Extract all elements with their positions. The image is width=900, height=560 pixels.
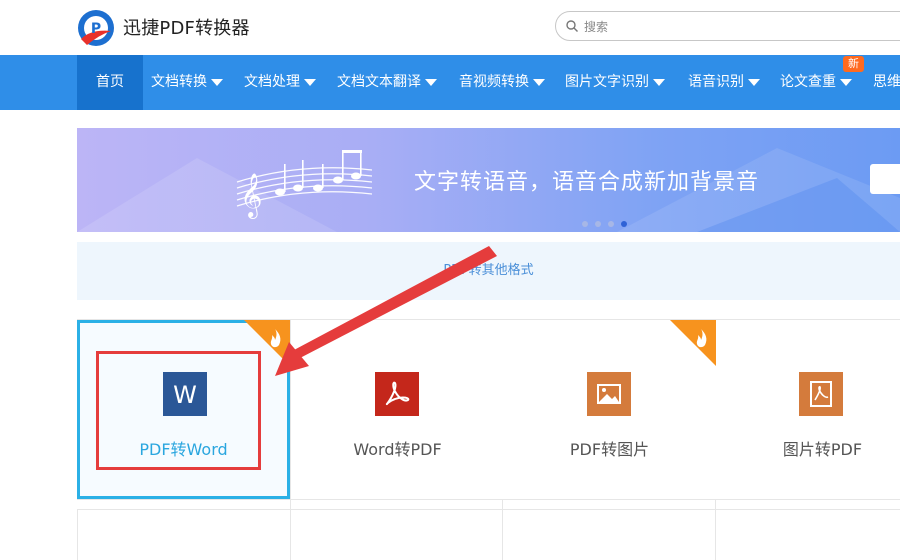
grid-divider [77, 499, 900, 500]
search-input[interactable] [582, 16, 886, 38]
section-title-bar: PDF转其他格式 [77, 242, 900, 300]
tool-card-word-to-pdf[interactable]: Word转PDF [291, 320, 504, 499]
tool-label: PDF转Word [139, 440, 228, 459]
carousel-dot[interactable] [582, 221, 588, 227]
music-notes-icon: 𝄞 [236, 150, 372, 219]
pdf-acrobat-icon [799, 372, 843, 416]
grid-divider [77, 509, 78, 560]
nav-item-label: 首页 [96, 74, 124, 90]
nav-item-mindmap[interactable]: 思维 [873, 55, 900, 110]
svg-text:W: W [173, 381, 197, 409]
nav-item-doc-process[interactable]: 文档处理 [244, 55, 316, 110]
svg-text:P: P [91, 21, 101, 37]
main-nav: 首页 文档转换 文档处理 文档文本翻译 音视频转换 图片文字识别 语音识别 论文… [0, 55, 900, 110]
nav-item-image-ocr[interactable]: 图片文字识别 [565, 55, 665, 110]
nav-item-label: 图片文字识别 [565, 74, 649, 90]
carousel-dot[interactable] [595, 221, 601, 227]
section-title: PDF转其他格式 [443, 263, 534, 278]
banner-headline: 文字转语音，语音合成新加背景音 [414, 170, 760, 195]
nav-item-home[interactable]: 首页 [77, 55, 143, 110]
tool-card-image-to-pdf[interactable]: 图片转PDF [716, 320, 900, 499]
tool-card-pdf-to-word[interactable]: W PDF转Word [77, 320, 290, 499]
new-badge: 新 [843, 56, 864, 72]
hot-flame-icon [670, 320, 716, 366]
tool-label: 图片转PDF [782, 440, 863, 459]
nav-item-label: 文档文本翻译 [337, 74, 421, 90]
nav-item-plagiarism-check[interactable]: 论文查重 [780, 55, 852, 110]
nav-item-av-convert[interactable]: 音视频转换 [459, 55, 545, 110]
chevron-down-icon [653, 78, 665, 86]
carousel-dots [582, 212, 634, 231]
header: P 迅捷PDF转换器 [0, 0, 900, 55]
grid-divider [77, 509, 900, 510]
search-icon[interactable] [566, 20, 578, 32]
nav-item-doc-translate[interactable]: 文档文本翻译 [337, 55, 437, 110]
app-title[interactable]: 迅捷PDF转换器 [123, 14, 250, 40]
chevron-down-icon [748, 78, 760, 86]
promo-banner[interactable]: 𝄞 文字转语音，语音合成新加背景音 [77, 128, 900, 232]
nav-item-label: 文档处理 [244, 74, 300, 90]
chevron-down-icon [211, 78, 223, 86]
carousel-dot[interactable] [608, 221, 614, 227]
chevron-down-icon [304, 78, 316, 86]
hot-flame-icon [244, 320, 290, 366]
svg-text:𝄞: 𝄞 [240, 173, 262, 219]
nav-item-label: 论文查重 [780, 74, 836, 90]
tool-label: Word转PDF [353, 440, 442, 459]
app-logo-icon[interactable]: P [77, 9, 115, 47]
nav-item-label: 文档转换 [151, 74, 207, 90]
search-box[interactable] [555, 11, 900, 41]
chevron-down-icon [425, 78, 437, 86]
carousel-dot-active[interactable] [621, 221, 627, 227]
word-icon: W [163, 372, 207, 416]
tool-card-pdf-to-image[interactable]: PDF转图片 [503, 320, 716, 499]
nav-item-doc-convert[interactable]: 文档转换 [151, 55, 223, 110]
image-icon [587, 372, 631, 416]
banner-action-button[interactable] [870, 164, 900, 194]
nav-item-speech-recognition[interactable]: 语音识别 [688, 55, 760, 110]
chevron-down-icon [533, 78, 545, 86]
pdf-acrobat-icon [375, 372, 419, 416]
nav-item-label: 音视频转换 [459, 74, 529, 90]
nav-item-label: 语音识别 [688, 74, 744, 90]
tool-label: PDF转图片 [569, 440, 650, 459]
chevron-down-icon [840, 78, 852, 86]
nav-item-label: 思维 [873, 74, 900, 90]
